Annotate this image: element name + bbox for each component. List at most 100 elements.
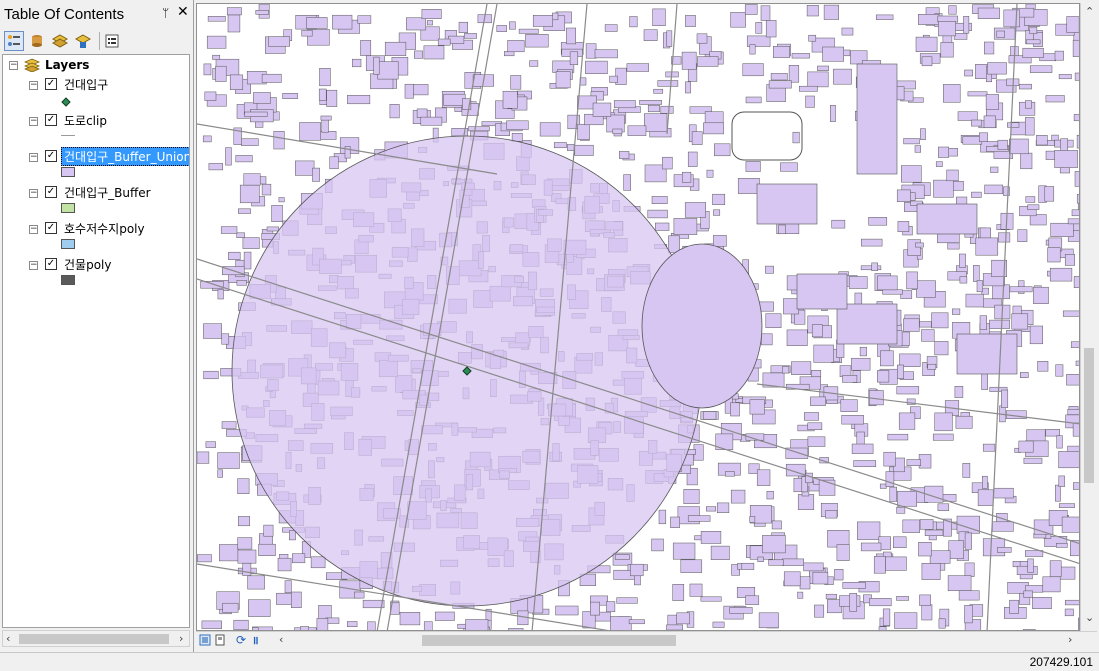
building-polygon — [1022, 47, 1044, 58]
building-polygon — [992, 521, 1014, 532]
building-polygon — [834, 569, 844, 581]
layer-visibility-checkbox[interactable]: ✓ — [45, 78, 57, 90]
options-icon[interactable] — [102, 31, 122, 51]
building-polygon — [423, 45, 445, 60]
close-icon[interactable]: ✕ — [177, 4, 189, 20]
layer-expander[interactable]: − — [29, 261, 38, 270]
scroll-thumb[interactable] — [19, 634, 169, 644]
building-polygon — [263, 524, 274, 537]
lake-polygon — [641, 243, 763, 409]
scroll-left-icon[interactable]: ‹ — [6, 632, 10, 645]
list-by-visibility-icon[interactable] — [50, 31, 70, 51]
building-polygon — [920, 128, 926, 140]
building-polygon — [1056, 435, 1063, 449]
layer-expander[interactable]: − — [29, 153, 38, 162]
building-polygon — [938, 146, 949, 158]
building-polygon — [1042, 576, 1061, 593]
scroll-right-icon[interactable]: › — [179, 632, 183, 645]
building-polygon — [766, 491, 774, 500]
building-polygon — [745, 161, 761, 172]
list-by-source-icon[interactable] — [27, 31, 47, 51]
list-by-selection-icon[interactable] — [73, 31, 93, 51]
building-polygon — [749, 44, 756, 55]
building-polygon — [921, 604, 933, 621]
layer-expander[interactable]: − — [29, 117, 38, 126]
scroll-right-icon[interactable]: › — [1068, 633, 1072, 646]
layer-expander[interactable]: − — [29, 81, 38, 90]
list-by-drawing-order-icon[interactable] — [4, 31, 24, 51]
building-polygon — [841, 27, 854, 36]
building-polygon — [803, 562, 824, 572]
building-polygon — [710, 545, 730, 560]
building-polygon — [660, 105, 674, 114]
layer-name[interactable]: 건대입구_Buffer_Union2 — [61, 147, 189, 166]
building-polygon — [1029, 214, 1047, 226]
building-polygon — [729, 607, 753, 614]
layer-visibility-checkbox[interactable]: ✓ — [45, 258, 57, 270]
toc-horizontal-scrollbar[interactable]: ‹ › — [2, 630, 190, 647]
building-polygon — [880, 350, 894, 367]
building-polygon — [817, 65, 829, 71]
scroll-thumb[interactable] — [422, 635, 676, 646]
data-view-icon[interactable] — [199, 634, 211, 649]
layer-name[interactable]: 건대입구_Buffer — [64, 184, 151, 201]
refresh-icon[interactable]: ⟳ — [236, 633, 246, 647]
building-polygon — [833, 68, 852, 85]
building-polygon — [248, 599, 271, 617]
building-polygon — [1018, 440, 1034, 453]
layout-view-icon[interactable] — [214, 634, 226, 649]
layer-name[interactable]: 건대입구 — [64, 76, 108, 93]
building-polygon — [782, 558, 804, 566]
building-polygon — [1067, 409, 1079, 415]
collapse-icon[interactable]: − — [9, 61, 18, 70]
building-polygon — [1055, 484, 1061, 502]
scroll-down-icon[interactable]: ⌄ — [1085, 611, 1094, 624]
building-polygon — [1067, 218, 1079, 225]
building-polygon — [217, 452, 240, 469]
scroll-thumb[interactable] — [1084, 348, 1094, 483]
scroll-up-icon[interactable]: ⌃ — [1085, 5, 1094, 18]
building-polygon — [1027, 204, 1040, 210]
layer-expander[interactable]: − — [29, 225, 38, 234]
map-view[interactable] — [196, 3, 1080, 631]
building-polygon — [882, 608, 891, 626]
map-vertical-scrollbar[interactable]: ⌃ ⌄ — [1080, 3, 1097, 631]
building-polygon — [807, 422, 823, 430]
building-polygon — [842, 582, 866, 589]
building-polygon — [320, 115, 332, 121]
building-polygon — [877, 275, 898, 291]
building-polygon — [856, 63, 898, 175]
building-polygon — [822, 46, 844, 62]
building-polygon — [712, 193, 726, 205]
layer-expander[interactable]: − — [29, 189, 38, 198]
building-polygon — [897, 221, 910, 232]
pause-icon[interactable]: ॥ — [252, 633, 259, 648]
scroll-left-icon[interactable]: ‹ — [279, 633, 283, 646]
building-polygon — [962, 463, 971, 478]
building-polygon — [237, 478, 250, 494]
building-polygon — [1029, 26, 1038, 34]
pin-icon[interactable]: ᛘ — [162, 6, 169, 20]
layer-name[interactable]: 건물poly — [64, 256, 111, 273]
map-canvas[interactable] — [197, 4, 1080, 631]
building-polygon — [235, 155, 253, 163]
layer-visibility-checkbox[interactable]: ✓ — [45, 222, 57, 234]
building-polygon — [706, 169, 714, 178]
building-polygon — [712, 621, 725, 628]
building-polygon — [791, 53, 810, 59]
building-polygon — [682, 171, 692, 183]
building-polygon — [616, 597, 638, 604]
building-polygon — [203, 370, 219, 380]
building-polygon — [672, 584, 685, 601]
building-polygon — [981, 287, 989, 295]
building-polygon — [404, 83, 414, 99]
layer-name[interactable]: 도로clip — [64, 112, 107, 129]
layers-root-label[interactable]: Layers — [45, 58, 89, 72]
building-polygon — [956, 333, 1018, 375]
building-polygon — [842, 375, 858, 383]
layer-visibility-checkbox[interactable]: ✓ — [45, 150, 57, 162]
layer-visibility-checkbox[interactable]: ✓ — [45, 186, 57, 198]
layer-visibility-checkbox[interactable]: ✓ — [45, 114, 57, 126]
building-polygon — [1049, 267, 1073, 282]
layer-name[interactable]: 호수저수지poly — [64, 220, 145, 237]
